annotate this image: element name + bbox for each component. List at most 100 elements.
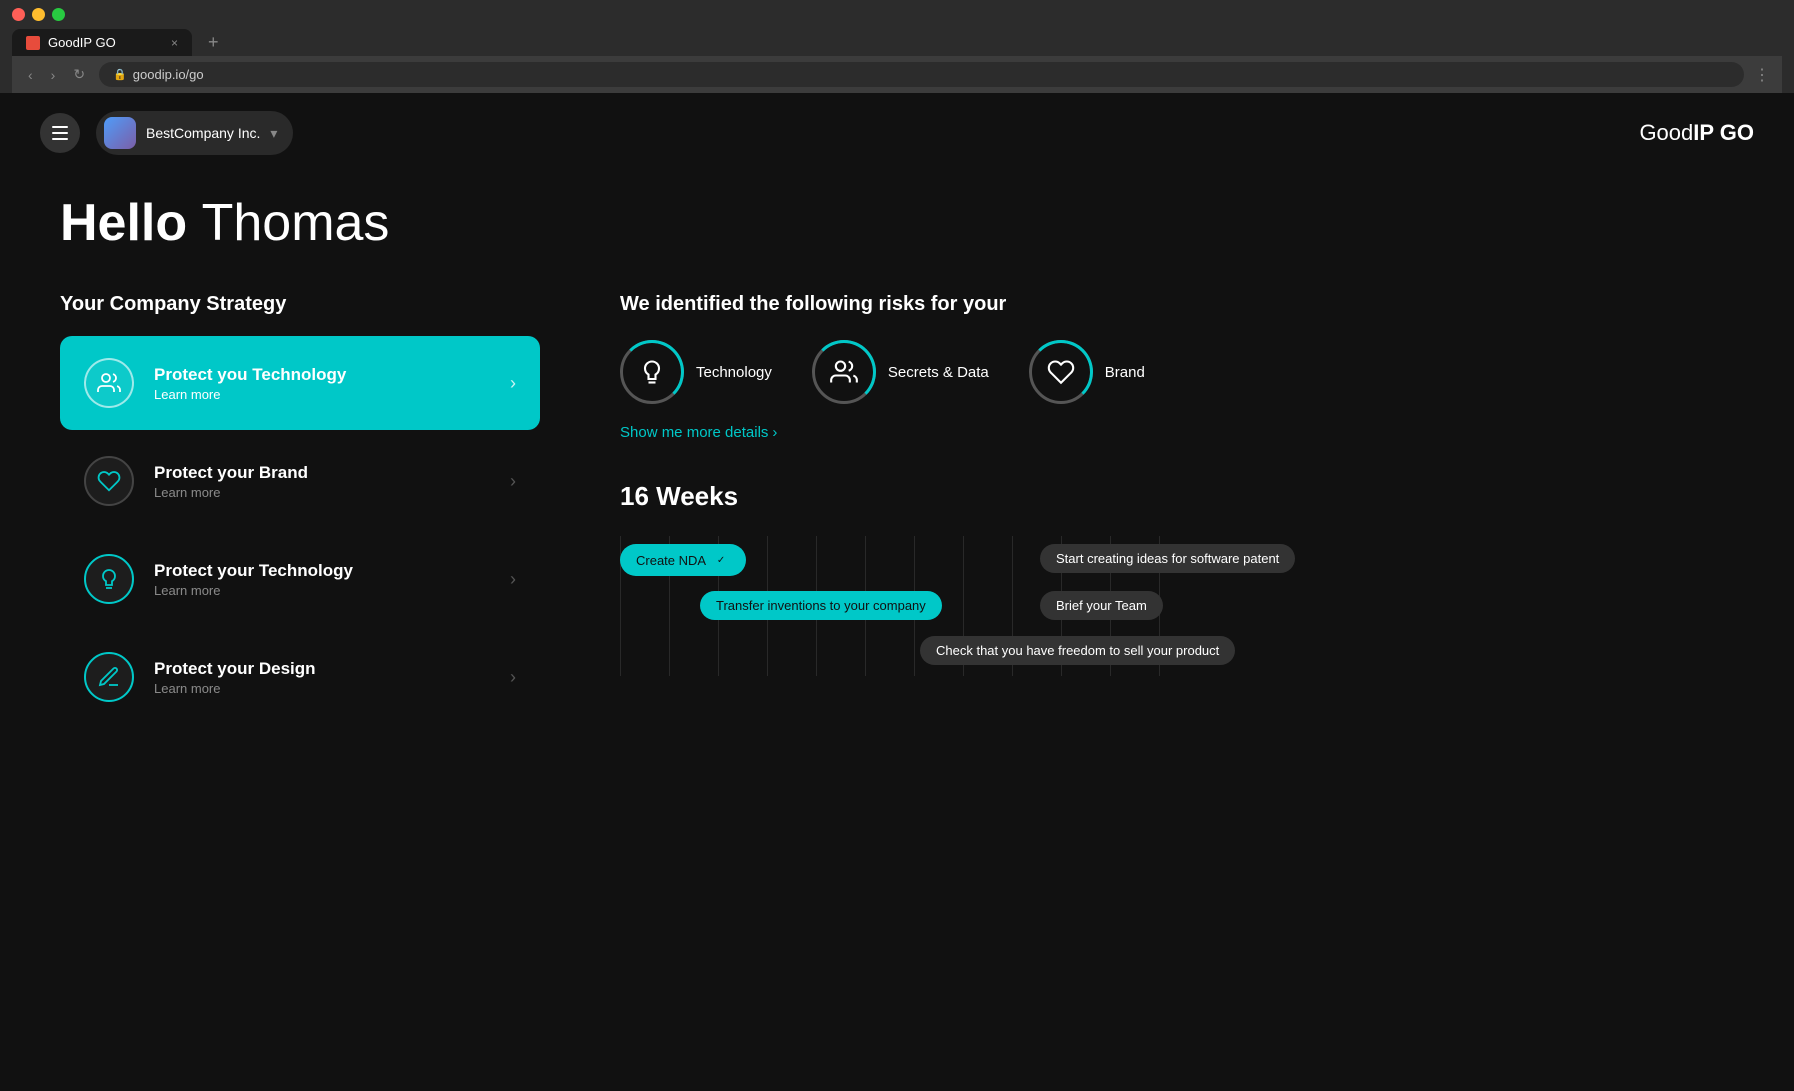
new-tab-button[interactable]: + <box>200 32 227 53</box>
company-selector[interactable]: BestCompany Inc. ▾ <box>96 111 293 155</box>
nav-left: BestCompany Inc. ▾ <box>40 111 293 155</box>
card-title-brand: Protect your Brand <box>154 463 490 483</box>
risk-label-brand: Brand <box>1105 364 1145 381</box>
risk-circle-technology <box>620 340 684 404</box>
right-column: We identified the following risks for yo… <box>620 293 1734 728</box>
browser-chrome: GoodIP GO × + ‹ › ↻ 🔒 goodip.io/go ⋮ <box>0 0 1794 93</box>
tab-close-button[interactable]: × <box>171 36 178 50</box>
company-logo <box>104 117 136 149</box>
task-transfer-label: Transfer inventions to your company <box>716 598 926 613</box>
risk-item-secrets: Secrets & Data <box>812 340 989 404</box>
back-button[interactable]: ‹ <box>24 67 37 83</box>
card-text-technology: Protect your Technology Learn more <box>154 561 490 598</box>
risk-label-secrets: Secrets & Data <box>888 364 989 381</box>
timeline-tasks: Create NDA ✓ Transfer inventions to your… <box>620 536 1734 676</box>
tab-favicon <box>26 36 40 50</box>
bulb-icon <box>97 567 121 591</box>
card-icon-tech-active <box>84 358 134 408</box>
risk-label-technology: Technology <box>696 364 772 381</box>
active-tab[interactable]: GoodIP GO × <box>12 29 192 56</box>
hamburger-line-1 <box>52 126 68 128</box>
refresh-button[interactable]: ↻ <box>69 66 89 83</box>
greeting-heading: Hello Thomas <box>60 193 1734 253</box>
pencil-icon <box>97 665 121 689</box>
card-text-design: Protect your Design Learn more <box>154 659 490 696</box>
task-freedom[interactable]: Check that you have freedom to sell your… <box>920 636 1235 665</box>
task-nda-check: ✓ <box>712 551 730 569</box>
forward-button[interactable]: › <box>47 67 60 83</box>
timeline-header: 16 Weeks <box>620 481 1734 512</box>
task-nda-label: Create NDA <box>636 553 706 568</box>
brand-logo: GoodIP GO <box>1639 120 1754 146</box>
task-brief-label: Brief your Team <box>1056 598 1147 613</box>
strategy-card-tech-active[interactable]: Protect you Technology Learn more › <box>60 336 540 430</box>
strategy-card-technology[interactable]: Protect your Technology Learn more › <box>60 532 540 626</box>
greeting-name: Thomas <box>202 194 390 252</box>
task-nda[interactable]: Create NDA ✓ <box>620 544 746 576</box>
show-more-link[interactable]: Show me more details › <box>620 424 1734 441</box>
task-freedom-label: Check that you have freedom to sell your… <box>936 643 1219 658</box>
risks-section-title: We identified the following risks for yo… <box>620 293 1734 316</box>
hamburger-button[interactable] <box>40 113 80 153</box>
strategy-card-design[interactable]: Protect your Design Learn more › <box>60 630 540 724</box>
chevron-down-icon: ▾ <box>270 125 277 142</box>
risk-people-icon <box>830 358 858 386</box>
risk-circle-secrets <box>812 340 876 404</box>
url-field[interactable]: 🔒 goodip.io/go <box>99 62 1744 87</box>
risks-icons: Technology Secrets & Data <box>620 340 1734 404</box>
address-bar: ‹ › ↻ 🔒 goodip.io/go ⋮ <box>12 56 1782 93</box>
task-patent[interactable]: Start creating ideas for software patent <box>1040 544 1295 573</box>
card-subtitle-brand: Learn more <box>154 485 490 500</box>
risk-item-brand: Brand <box>1029 340 1145 404</box>
strategy-section-title: Your Company Strategy <box>60 293 540 316</box>
users-icon <box>97 371 121 395</box>
timeline-grid: Create NDA ✓ Transfer inventions to your… <box>620 536 1734 676</box>
task-transfer[interactable]: Transfer inventions to your company <box>700 591 942 620</box>
strategy-cards: Protect you Technology Learn more › <box>60 336 540 728</box>
card-subtitle-tech-active: Learn more <box>154 387 490 402</box>
card-icon-brand <box>84 456 134 506</box>
left-column: Your Company Strategy <box>60 293 540 728</box>
show-more-text: Show me more details <box>620 424 768 441</box>
heart-icon <box>97 469 121 493</box>
traffic-lights <box>12 8 1782 21</box>
task-patent-label: Start creating ideas for software patent <box>1056 551 1279 566</box>
main-content: Hello Thomas Your Company Strategy <box>0 173 1794 768</box>
card-icon-technology <box>84 554 134 604</box>
card-title-technology: Protect your Technology <box>154 561 490 581</box>
tab-title: GoodIP GO <box>48 35 116 50</box>
card-subtitle-technology: Learn more <box>154 583 490 598</box>
card-arrow-design: › <box>510 667 516 688</box>
card-subtitle-design: Learn more <box>154 681 490 696</box>
hamburger-line-2 <box>52 132 68 134</box>
greeting-hello: Hello <box>60 194 187 252</box>
app-wrapper: BestCompany Inc. ▾ GoodIP GO Hello Thoma… <box>0 93 1794 1091</box>
hamburger-line-3 <box>52 138 68 140</box>
company-name: BestCompany Inc. <box>146 125 260 141</box>
task-brief[interactable]: Brief your Team <box>1040 591 1163 620</box>
close-traffic-light[interactable] <box>12 8 25 21</box>
risk-circle-brand <box>1029 340 1093 404</box>
card-title-tech-active: Protect you Technology <box>154 365 490 385</box>
brand-prefix: Good <box>1639 120 1693 145</box>
top-nav: BestCompany Inc. ▾ GoodIP GO <box>0 93 1794 173</box>
card-icon-design <box>84 652 134 702</box>
tab-bar: GoodIP GO × + <box>12 29 1782 56</box>
risk-bulb-icon <box>638 358 666 386</box>
card-text-brand: Protect your Brand Learn more <box>154 463 490 500</box>
strategy-card-brand[interactable]: Protect your Brand Learn more › <box>60 434 540 528</box>
brand-bold: IP GO <box>1693 120 1754 145</box>
timeline-section: 16 Weeks <box>620 481 1734 676</box>
minimize-traffic-light[interactable] <box>32 8 45 21</box>
card-arrow-technology: › <box>510 569 516 590</box>
risk-item-technology: Technology <box>620 340 772 404</box>
card-text-tech-active: Protect you Technology Learn more <box>154 365 490 402</box>
fullscreen-traffic-light[interactable] <box>52 8 65 21</box>
card-title-design: Protect your Design <box>154 659 490 679</box>
risk-heart-icon <box>1047 358 1075 386</box>
card-arrow-brand: › <box>510 471 516 492</box>
url-text: goodip.io/go <box>133 67 204 82</box>
content-columns: Your Company Strategy <box>60 293 1734 728</box>
show-more-arrow: › <box>772 424 777 441</box>
browser-menu-button[interactable]: ⋮ <box>1754 65 1770 85</box>
